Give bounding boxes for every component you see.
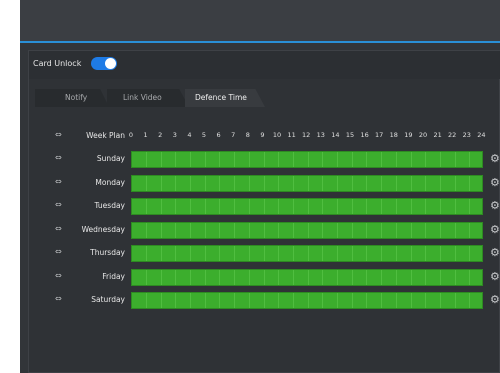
- card-unlock-row: Card Unlock: [29, 51, 500, 79]
- day-label: Wednesday: [81, 224, 125, 234]
- link-icon[interactable]: ⇔: [55, 153, 62, 162]
- day-row: ⇔ Wednesday ⚙: [29, 221, 500, 239]
- hour-label: 22: [448, 131, 457, 139]
- hour-label: 2: [158, 131, 163, 139]
- hour-label: 11: [287, 131, 296, 139]
- hour-label: 18: [389, 131, 398, 139]
- hour-label: 23: [462, 131, 471, 139]
- hour-label: 7: [231, 131, 236, 139]
- app-window: Card Unlock Notify Link Video Defence Ti…: [20, 0, 500, 373]
- hour-label: 14: [331, 131, 340, 139]
- gear-icon[interactable]: ⚙: [490, 177, 500, 189]
- day-row: ⇔ Sunday ⚙: [29, 150, 500, 168]
- gear-icon[interactable]: ⚙: [490, 271, 500, 283]
- day-label: Saturday: [91, 295, 125, 304]
- toggle-knob: [105, 58, 116, 69]
- hour-label: 12: [302, 131, 311, 139]
- top-bar: [20, 0, 500, 42]
- day-row: ⇔ Saturday ⚙: [29, 291, 500, 309]
- hour-label: 1: [143, 131, 148, 139]
- gear-icon[interactable]: ⚙: [490, 294, 500, 306]
- hour-scale: 0 1 2 3 4 5 6 7 8 9 10 11 12 13 14 15 16 17 18 19 20 21 22 23 24: [128, 131, 486, 143]
- card-unlock-toggle[interactable]: [91, 57, 117, 70]
- defence-time-bar[interactable]: [131, 151, 483, 168]
- day-label: Tuesday: [94, 201, 125, 210]
- settings-panel: Card Unlock Notify Link Video Defence Ti…: [28, 50, 500, 373]
- defence-time-bar[interactable]: [131, 268, 483, 286]
- tab-notify[interactable]: Notify: [35, 89, 109, 107]
- day-label: Monday: [95, 177, 125, 187]
- week-plan-header-row: ⇔ Week Plan 0 1 2 3 4 5 6 7 8 9 10 11 12 13 14 15 16 17 18…: [29, 127, 500, 145]
- hour-label: 15: [345, 131, 355, 139]
- link-icon[interactable]: ⇔: [55, 271, 62, 280]
- gear-icon[interactable]: ⚙: [490, 224, 500, 236]
- link-icon[interactable]: ⇔: [55, 247, 62, 256]
- defence-time-bar[interactable]: [131, 245, 483, 262]
- top-bar-accent-line: [20, 41, 500, 43]
- hour-label: 24: [477, 131, 486, 139]
- hour-label: 9: [260, 131, 265, 139]
- defence-time-bar[interactable]: [131, 292, 483, 309]
- hour-label: 13: [316, 131, 325, 139]
- hour-label: 20: [418, 131, 428, 139]
- tab-defence-time[interactable]: Defence Time: [185, 89, 265, 107]
- day-row: ⇔ Thursday ⚙: [29, 244, 500, 262]
- defence-time-bar[interactable]: [131, 221, 483, 239]
- day-label: Sunday: [96, 154, 125, 163]
- day-label: Friday: [102, 271, 125, 281]
- defence-time-bar[interactable]: [131, 174, 483, 192]
- hour-label: 17: [375, 131, 384, 139]
- hour-label: 6: [216, 131, 221, 139]
- hour-label: 3: [172, 131, 177, 139]
- hour-label: 4: [187, 131, 192, 139]
- hour-label: 5: [201, 131, 207, 139]
- week-plan-grid: ⇔ Week Plan 0 1 2 3 4 5 6 7 8 9 10 11 12 13 14 15 16 17 18…: [29, 123, 500, 313]
- link-icon[interactable]: ⇔: [55, 294, 62, 303]
- gear-icon[interactable]: ⚙: [490, 200, 500, 212]
- hour-label: 16: [360, 131, 369, 139]
- link-icon[interactable]: ⇔: [55, 200, 62, 209]
- hour-label: 8: [245, 131, 250, 139]
- day-label: Thursday: [90, 248, 125, 257]
- hour-label: 21: [433, 131, 442, 139]
- day-row: ⇔ Tuesday ⚙: [29, 197, 500, 215]
- gear-icon[interactable]: ⚙: [490, 247, 500, 259]
- link-icon[interactable]: ⇔: [55, 177, 62, 186]
- day-row: ⇔ Friday ⚙: [29, 268, 500, 286]
- hour-label: 0: [128, 131, 134, 139]
- link-icon[interactable]: ⇔: [55, 130, 62, 139]
- link-icon[interactable]: ⇔: [55, 224, 62, 233]
- gear-icon[interactable]: ⚙: [490, 153, 500, 165]
- week-plan-label: Week Plan: [86, 131, 125, 140]
- card-unlock-label: Card Unlock: [33, 59, 82, 68]
- tab-link-video[interactable]: Link Video: [107, 89, 189, 107]
- hour-label: 10: [272, 131, 282, 139]
- day-row: ⇔ Monday ⚙: [29, 174, 500, 192]
- defence-time-bar[interactable]: [131, 198, 483, 215]
- hour-label: 19: [404, 131, 413, 139]
- tab-bar: Notify Link Video Defence Time: [29, 89, 500, 107]
